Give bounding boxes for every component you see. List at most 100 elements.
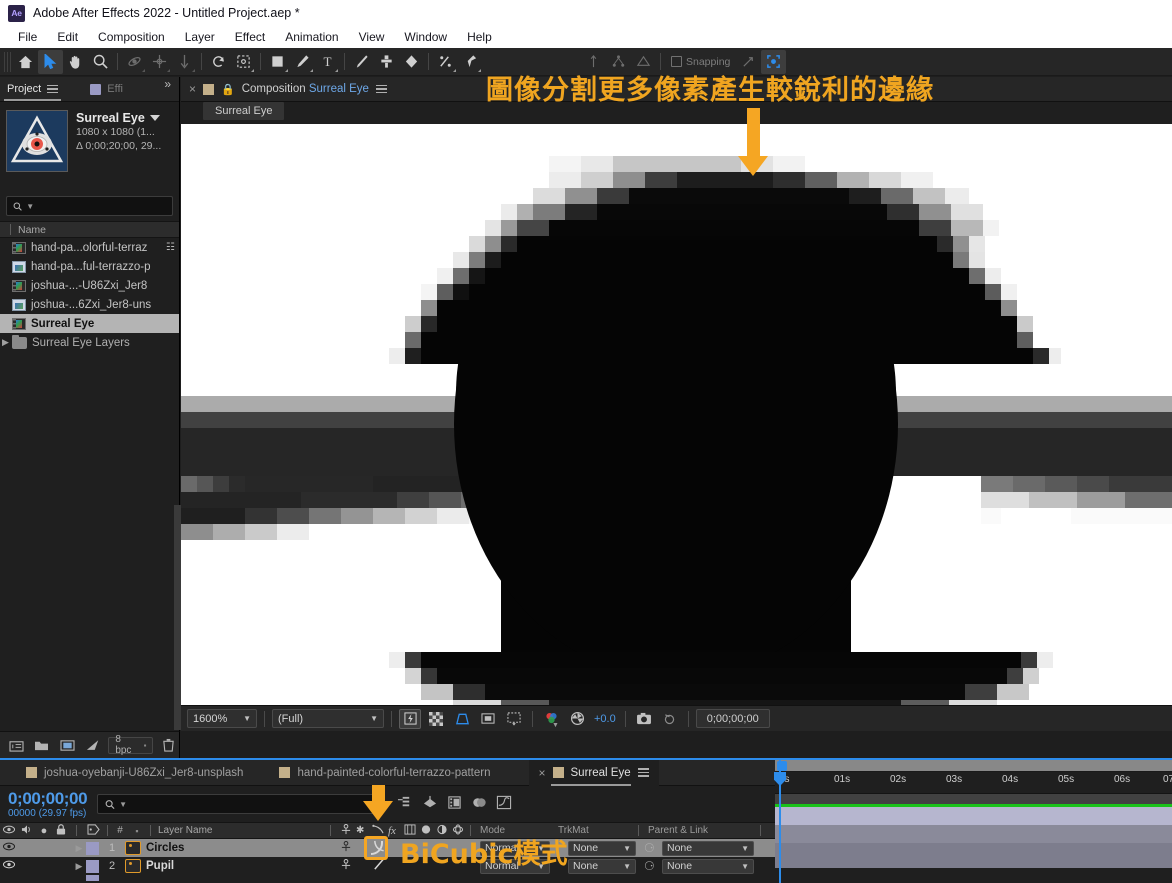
hand-tool-icon[interactable] — [63, 50, 88, 74]
layer-parent-switch-icon[interactable] — [340, 858, 352, 873]
folder-icon[interactable] — [32, 735, 53, 755]
layer-name[interactable]: Circles — [146, 842, 184, 854]
grid-guides-icon[interactable] — [503, 709, 525, 729]
layer-solo-toggle[interactable] — [36, 875, 54, 881]
project-scrollbar[interactable] — [174, 505, 181, 730]
panel-overflow-icon[interactable]: » — [164, 77, 179, 101]
sub-tab-surreal-eye[interactable]: Surreal Eye — [203, 102, 285, 120]
panel-menu-icon[interactable] — [637, 768, 649, 777]
orbit-tool-icon[interactable] — [122, 50, 147, 74]
layer-lock-toggle[interactable] — [54, 841, 72, 855]
tab-project[interactable]: Project — [0, 77, 65, 101]
time-ruler[interactable]: 0s 01s 02s 03s 04s 05s 06s 07 — [775, 772, 1172, 794]
layer-audio-toggle[interactable] — [18, 875, 36, 881]
selection-tool-icon[interactable] — [38, 49, 63, 74]
timeline-viewport-bar[interactable] — [775, 760, 1172, 772]
timeline-tab-surreal-eye[interactable]: × Surreal Eye — [528, 759, 659, 786]
timeline-search-box[interactable]: ▼ — [97, 794, 380, 814]
layer-track-matte-select[interactable]: None ▼ — [568, 858, 636, 874]
layer-label-color[interactable] — [86, 859, 99, 873]
new-composition-icon[interactable] — [57, 735, 78, 755]
eraser-tool-icon[interactable] — [399, 50, 424, 74]
shape-tool-icon[interactable] — [265, 50, 290, 74]
layer-visibility-icon[interactable] — [0, 842, 18, 854]
exposure-value[interactable]: +0.0 — [592, 713, 618, 725]
chevron-right-icon[interactable]: ▶ — [72, 843, 86, 854]
layer-track-bar-pupil[interactable] — [775, 825, 1172, 843]
layer-solo-toggle[interactable] — [36, 859, 54, 873]
layer-lock-toggle[interactable] — [54, 859, 72, 873]
layer-name[interactable]: Pupil — [146, 860, 174, 872]
chevron-right-icon[interactable]: ▶ — [2, 337, 9, 348]
list-item[interactable]: joshua-...-U86Zxi_Jer8 — [0, 276, 179, 295]
anchor-point-tool-icon[interactable] — [231, 50, 256, 74]
timeline-graph-area[interactable]: 0s 01s 02s 03s 04s 05s 06s 07 — [774, 760, 1172, 883]
panel-menu-icon[interactable] — [375, 84, 387, 94]
timeline-search-input[interactable] — [131, 798, 372, 810]
layer-visibility-icon[interactable] — [0, 860, 18, 872]
menu-window[interactable]: Window — [394, 28, 457, 46]
mask-outlines-icon[interactable] — [477, 709, 499, 729]
puppet-pin-tool-icon[interactable] — [458, 50, 483, 74]
exposure-icon[interactable] — [566, 709, 588, 729]
clone-stamp-tool-icon[interactable] — [374, 50, 399, 74]
home-icon[interactable] — [13, 50, 38, 74]
timeline-track-area[interactable] — [775, 794, 1172, 868]
parent-pickwhip-icon[interactable]: ⚆ — [644, 841, 655, 855]
pen-tool-icon[interactable] — [290, 50, 315, 74]
rotation-tool-icon[interactable] — [206, 50, 231, 74]
snapping-checkbox[interactable] — [671, 56, 682, 67]
panel-menu-icon[interactable] — [47, 84, 59, 94]
zoom-tool-icon[interactable] — [88, 50, 113, 74]
viewer-timecode[interactable]: 0;00;00;00 — [695, 709, 770, 728]
project-search-input[interactable] — [38, 200, 166, 212]
layer-lock-toggle[interactable] — [54, 875, 72, 881]
pan-behind-tool-icon[interactable] — [147, 50, 172, 74]
channel-icon[interactable]: ▼ — [540, 709, 562, 729]
resolution-select[interactable]: (Full) ▼ — [272, 709, 384, 728]
draft-3d-icon[interactable] — [422, 795, 438, 813]
layer-audio-toggle[interactable] — [18, 859, 36, 873]
layer-label-color[interactable] — [86, 875, 99, 881]
chevron-right-icon[interactable]: ▶ — [72, 861, 86, 872]
new-adjustment-icon[interactable] — [83, 735, 104, 755]
timeline-tab-terrazzo[interactable]: hand-painted-colorful-terrazzo-pattern — [269, 760, 500, 786]
layer-label-color[interactable] — [86, 841, 99, 855]
zoom-level-select[interactable]: 1600% ▼ — [187, 709, 257, 728]
region-of-interest-icon[interactable] — [451, 709, 473, 729]
list-item[interactable]: hand-pa...olorful-terraz ☷ — [0, 238, 179, 257]
layer-track-bar-circles[interactable] — [775, 807, 1172, 825]
bit-depth-chip[interactable]: 8 bpc ▪ — [108, 734, 154, 756]
close-icon[interactable]: × — [189, 82, 196, 96]
type-tool-icon[interactable]: T — [315, 50, 340, 74]
project-search-box[interactable]: ▼ — [6, 196, 173, 216]
layer-parent-select[interactable]: None ▼ — [662, 858, 754, 874]
composition-thumbnail[interactable] — [6, 110, 68, 172]
delete-icon[interactable] — [158, 735, 179, 755]
snapshot-icon[interactable] — [633, 709, 655, 729]
parent-pickwhip-ic[interactable]: ⚆ — [644, 859, 655, 873]
layer-sampling-bilinear-icon[interactable] — [372, 858, 386, 874]
time-playhead[interactable] — [774, 760, 786, 883]
tab-effects[interactable]: Effi — [83, 77, 130, 101]
search-dropdown-icon[interactable]: ▼ — [119, 800, 127, 809]
lock-icon[interactable]: 🔒 — [221, 83, 235, 96]
layer-track-bar-extra[interactable] — [775, 843, 1172, 868]
menu-animation[interactable]: Animation — [275, 28, 348, 46]
timeline-tab-joshua[interactable]: joshua-oyebanji-U86Zxi_Jer8-unsplash — [0, 760, 253, 786]
new-folder-icon[interactable] — [6, 735, 27, 755]
list-item-folder[interactable]: ▶ Surreal Eye Layers — [0, 333, 179, 352]
brush-tool-icon[interactable] — [349, 50, 374, 74]
menu-help[interactable]: Help — [457, 28, 502, 46]
close-icon[interactable]: × — [539, 766, 546, 780]
composition-mini-flowchart-icon[interactable] — [397, 795, 413, 813]
list-item[interactable]: joshua-...6Zxi_Jer8-uns — [0, 295, 179, 314]
dolly-tool-icon[interactable] — [172, 50, 197, 74]
show-snapshot-icon[interactable] — [659, 709, 681, 729]
menu-file[interactable]: File — [8, 28, 47, 46]
snapping-toggle[interactable]: Snapping — [665, 56, 736, 68]
hide-shy-layers-icon[interactable] — [447, 795, 462, 813]
timeline-current-time-block[interactable]: 0;00;00;00 00000 (29.97 fps) — [8, 789, 88, 819]
menu-composition[interactable]: Composition — [88, 28, 175, 46]
toolbar-grip[interactable] — [4, 51, 11, 72]
